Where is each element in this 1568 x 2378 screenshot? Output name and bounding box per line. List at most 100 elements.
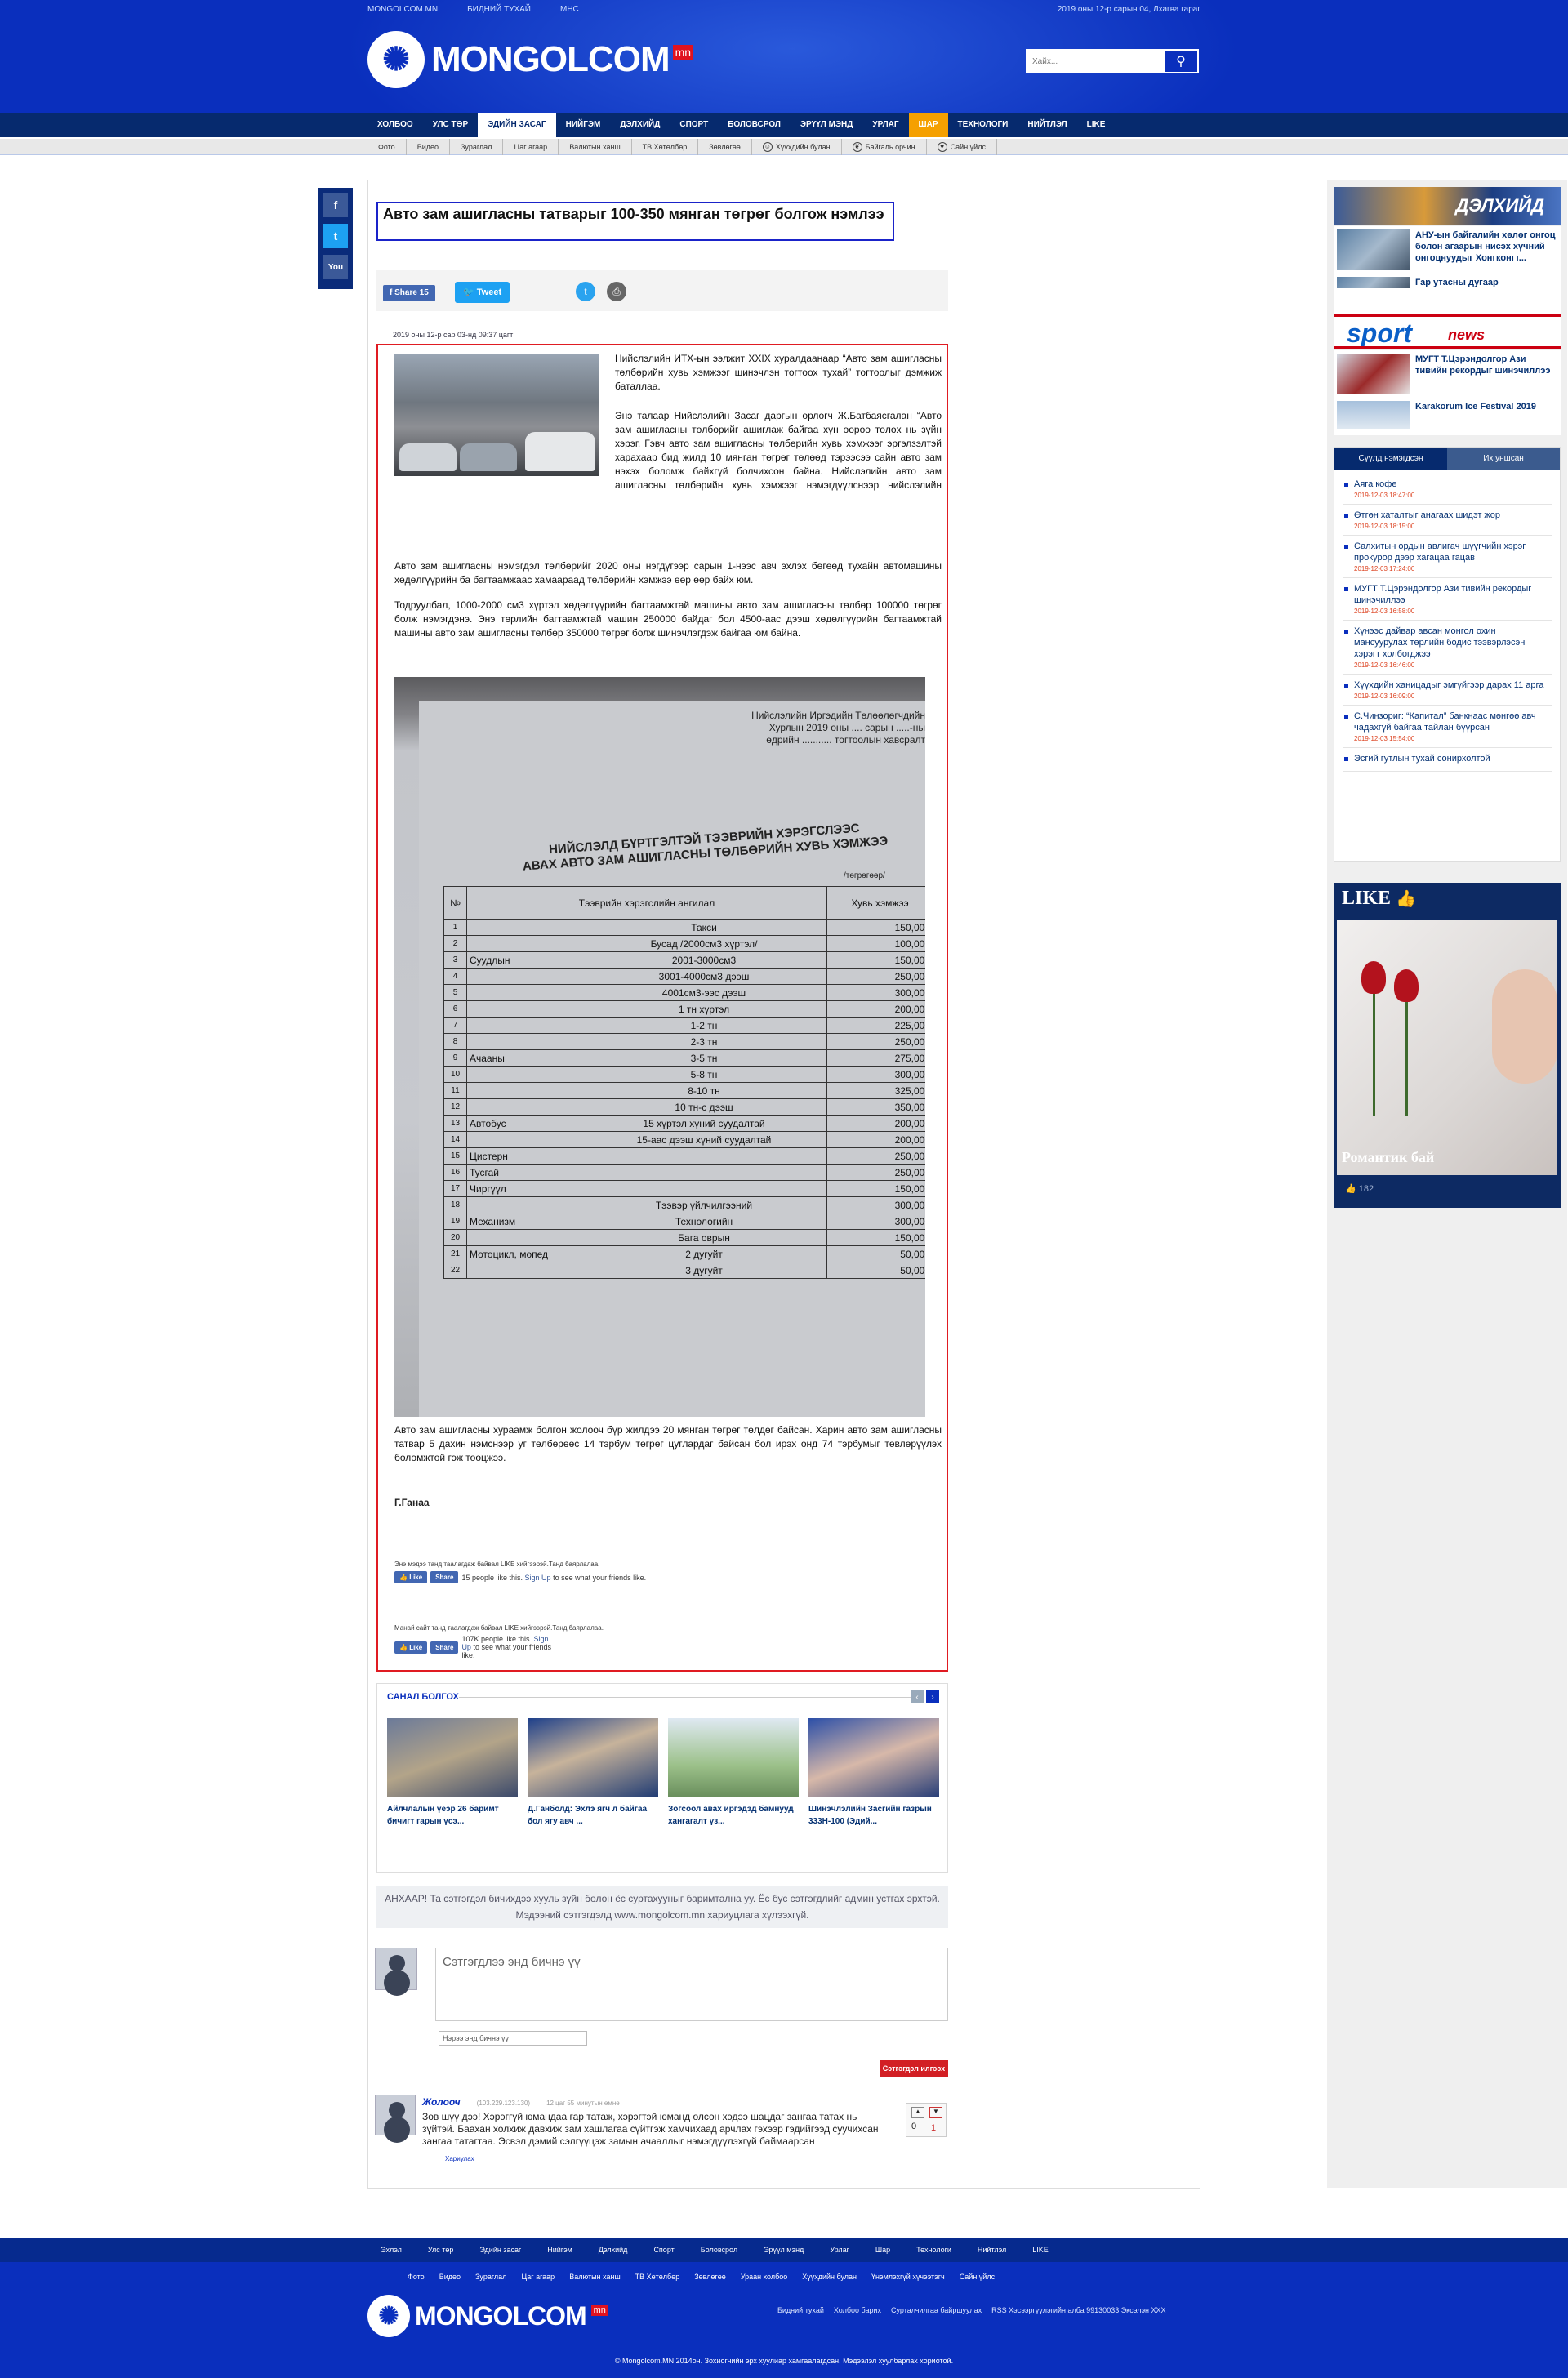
footer-subnav-item[interactable]: Үнэмлэхгүй хүчээтэгч (864, 2267, 952, 2287)
nav-item-shar[interactable]: ШАР (908, 113, 948, 137)
news-item[interactable]: Karakorum Ice Festival 2019 (1334, 398, 1561, 432)
fb-share-button[interactable]: Share (430, 1571, 459, 1583)
twitter-icon[interactable]: t (323, 224, 348, 248)
nav-item-bolovsrol[interactable]: БОЛОВСРОЛ (718, 113, 791, 137)
news-item[interactable]: АНУ-ын байгалийн хөлөг онгоц болон агаар… (1334, 226, 1561, 274)
facebook-icon[interactable]: f (323, 193, 348, 217)
recent-news-item[interactable]: МУГТ Т.Цэрэндолгор Ази тивийн рекордыг ш… (1343, 578, 1552, 621)
name-input[interactable]: Нэрээ энд бичнэ үү (439, 2031, 587, 2046)
nav-item-delhiid[interactable]: ДЭЛХИЙД (610, 113, 670, 137)
footer-subnav-item[interactable]: Зураглал (468, 2267, 514, 2287)
subnav-item-valyut[interactable]: Валютын ханш (559, 139, 632, 155)
footer-nav-item[interactable]: Эрүүл мэнд (751, 2238, 817, 2262)
footer-nav-item[interactable]: Нийгэм (534, 2238, 586, 2262)
footer-subnav-item[interactable]: Зөвлөгөө (687, 2267, 733, 2287)
suggestion-card[interactable]: Д.Ганболд: Эхлэ ягч л байгаа бол ягу авч… (528, 1718, 658, 1828)
footer-link[interactable]: Сурталчилгаа байршуулах (891, 2306, 982, 2314)
top-link-about[interactable]: БИДНИЙ ТУХАЙ (467, 5, 531, 14)
nav-item-niitlel[interactable]: НИЙТЛЭЛ (1018, 113, 1076, 137)
suggestion-card[interactable]: Зогсоол авах иргэдэд бамнууд хангагалт ү… (668, 1718, 799, 1828)
tab-popular[interactable]: Их уншсан (1447, 448, 1560, 470)
top-link-mns[interactable]: МНС (560, 5, 579, 14)
footer-nav-item[interactable]: Урлаг (817, 2238, 862, 2262)
facebook-share-button[interactable]: f Share 15 (383, 285, 435, 301)
chevron-left-icon[interactable]: ‹ (911, 1690, 924, 1703)
footer-subnav-item[interactable]: ТВ Хөтөлбөр (628, 2267, 688, 2287)
recent-news-item[interactable]: Өтгөн хаталтыг анагаах шидэт жор 2019-12-… (1343, 505, 1552, 536)
footer-nav-item[interactable]: Боловсрол (688, 2238, 751, 2262)
footer-link[interactable]: Бидний тухай (777, 2306, 824, 2314)
nav-item-urlag[interactable]: УРЛАГ (862, 113, 908, 137)
footer-nav-item[interactable]: Эдийн засаг (466, 2238, 534, 2262)
thumbs-down-icon[interactable]: ▼ (929, 2107, 942, 2118)
footer-subnav-item[interactable]: Фото (400, 2267, 432, 2287)
footer-nav-item[interactable]: Спорт (640, 2238, 687, 2262)
footer-nav-item[interactable]: Эхлэл (368, 2238, 415, 2262)
fb-share-button[interactable]: Share (430, 1641, 459, 1654)
recent-news-item[interactable]: Аяга кофе 2019-12-03 18:47:00 (1343, 474, 1552, 505)
site-logo[interactable]: ✺ MONGOLCOM mn (368, 31, 694, 88)
subnav-item-zuvluguu[interactable]: Зөвлөгөө (698, 139, 752, 155)
subnav-item-huuhdiin-bulan[interactable]: ☺ Хүүхдийн булан (752, 139, 842, 155)
recent-news-item[interactable]: Хүүхдийн ханицадыг эмгүйгээр дарах 11 ар… (1343, 675, 1552, 706)
recent-news-item[interactable]: Салхитын ордын авлигач шүүгчийн хэрэг пр… (1343, 536, 1552, 578)
top-link-home[interactable]: MONGOLCOM.MN (368, 5, 438, 14)
footer-subnav-item[interactable]: Ураан холбоо (733, 2267, 795, 2287)
nav-item-sport[interactable]: СПОРТ (670, 113, 718, 137)
footer-logo[interactable]: ✺ MONGOLCOM mn (368, 2295, 608, 2337)
like-button[interactable]: 👍 Like (394, 1571, 428, 1583)
chevron-right-icon[interactable]: › (926, 1690, 939, 1703)
footer-nav-item[interactable]: Улс төр (415, 2238, 467, 2262)
rose-stem (1405, 994, 1408, 1116)
footer-subnav-item[interactable]: Видео (432, 2267, 468, 2287)
signup-link[interactable]: Sign Up (525, 1574, 551, 1582)
reply-link[interactable]: Хариулах (445, 2155, 474, 2162)
world-banner[interactable]: ДЭЛХИЙД (1334, 187, 1561, 225)
subnav-item-zuraglal[interactable]: Зураглал (450, 139, 504, 155)
nav-item-uls-tur[interactable]: УЛС ТӨР (423, 113, 478, 137)
nav-item-eruul-mend[interactable]: ЭРҮҮЛ МЭНД (791, 113, 863, 137)
like-widget[interactable]: LIKE 👍 Ромaнтик бай 👍 182 (1334, 883, 1561, 1208)
search-input[interactable] (1027, 51, 1165, 72)
nav-item-holboo[interactable]: ХОЛБОО (368, 113, 423, 137)
tab-recent[interactable]: Сүүлд нэмэгдсэн (1334, 448, 1447, 470)
footer-subnav-item[interactable]: Сайн үйлс (952, 2267, 1002, 2287)
search-icon[interactable]: ⚲ (1165, 51, 1197, 72)
youtube-icon[interactable]: You (323, 255, 348, 279)
footer-nav-item[interactable]: Дэлхийд (586, 2238, 641, 2262)
twitter-icon[interactable]: t (576, 282, 595, 301)
subnav-item-video[interactable]: Видео (407, 139, 450, 155)
nav-item-tehnologi[interactable]: ТЕХНОЛОГИ (948, 113, 1018, 137)
like-button[interactable]: 👍 Like (394, 1641, 428, 1654)
nav-item-niigem[interactable]: НИЙГЭМ (556, 113, 611, 137)
footer-subnav-item[interactable]: Хүүхдийн булан (795, 2267, 864, 2287)
recent-news-item[interactable]: С.Чинзориг: “Капитал” банкнаас мөнгөө ав… (1343, 706, 1552, 748)
comment-textarea[interactable]: Сэтгэгдлээ энд бичнэ үү (435, 1948, 948, 2021)
nav-item-ediin-zasag[interactable]: ЭДИЙН ЗАСАГ (478, 113, 556, 137)
submit-comment-button[interactable]: Сэтгэгдэл илгээх (880, 2060, 948, 2077)
sport-news-banner[interactable]: sport news (1334, 314, 1561, 349)
subnav-item-tv[interactable]: ТВ Хөтөлбөр (632, 139, 699, 155)
footer-link[interactable]: Холбоо барих (834, 2306, 881, 2314)
thumbs-up-icon[interactable]: ▲ (911, 2107, 924, 2118)
recent-news-item[interactable]: Эсгий гутлын тухай сонирхолтой (1343, 748, 1552, 772)
footer-nav-item[interactable]: Нийтлэл (964, 2238, 1019, 2262)
news-item[interactable]: МУГТ Т.Цэрэндолгор Ази тивийн рекордыг ш… (1334, 350, 1561, 398)
footer-nav-item[interactable]: LIKE (1019, 2238, 1062, 2262)
footer-subnav-item[interactable]: Валютын ханш (562, 2267, 627, 2287)
suggestion-card[interactable]: Айлчлалын үеэр 26 баримт бичигт гарын үс… (387, 1718, 518, 1828)
print-icon[interactable]: ⎙ (607, 282, 626, 301)
footer-link[interactable]: RSS Хэсээргүүлэгийн алба 99130033 Эксэлэ… (991, 2306, 1165, 2314)
subnav-item-sain-uils[interactable]: ♥ Сайн үйлс (927, 139, 997, 155)
subnav-item-baigali[interactable]: ❦ Байгаль орчин (842, 139, 927, 155)
subnav-item-foto[interactable]: Фото (368, 139, 407, 155)
footer-nav-item[interactable]: Технологи (903, 2238, 964, 2262)
news-item[interactable]: Гар утасны дугаар (1334, 274, 1561, 292)
tweet-button[interactable]: 🐦 Tweet (455, 282, 510, 303)
footer-subnav-item[interactable]: Цаг агаар (514, 2267, 562, 2287)
nav-item-like[interactable]: LIKE (1077, 113, 1116, 137)
suggestion-card[interactable]: Шинэчлэлийн Засгийн газрын 333Н-100 (Эди… (808, 1718, 939, 1828)
subnav-item-tsag-agaar[interactable]: Цаг агаар (503, 139, 559, 155)
recent-news-item[interactable]: Хүнээс дайвар авсан монгол охин мансууру… (1343, 621, 1552, 675)
footer-nav-item[interactable]: Шар (862, 2238, 903, 2262)
